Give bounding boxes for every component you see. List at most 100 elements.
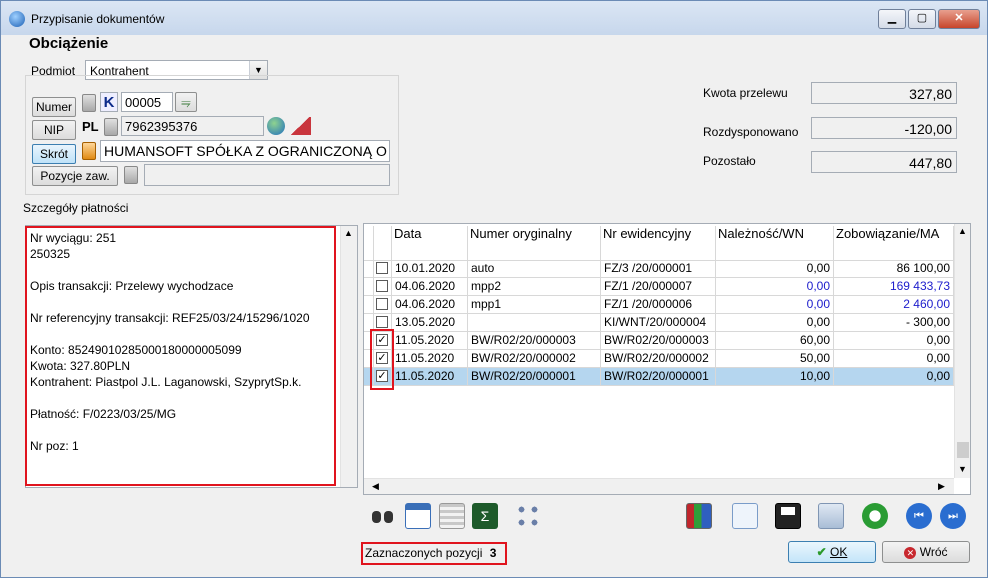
ok-button[interactable]: ✔ OK (788, 541, 876, 563)
row-checkbox[interactable] (376, 298, 388, 310)
next-icon[interactable]: ⏭ (940, 503, 966, 529)
numer-button[interactable]: Numer (32, 97, 76, 117)
chart-icon[interactable] (686, 503, 712, 529)
cell-naleznosc: 0,00 (716, 260, 834, 277)
cell-naleznosc: 0,00 (716, 278, 834, 295)
scroll-left-icon[interactable]: ◀ (372, 481, 379, 492)
cell-zobowiazanie: 0,00 (834, 332, 954, 349)
header-naleznosc[interactable]: Należność/WN (716, 226, 834, 260)
table-row[interactable]: 10.01.2020 auto FZ/3 /20/000001 0,00 86 100,… (364, 260, 954, 278)
cell-nr-ewidencyjny: BW/R02/20/000001 (601, 368, 716, 385)
cell-zobowiazanie: 169 433,73 (834, 278, 954, 295)
grid-horizontal-scrollbar[interactable]: ◀ ▶ (364, 478, 954, 494)
row-checkbox[interactable] (376, 262, 388, 274)
details-label: Szczegóły płatności (23, 201, 129, 215)
cell-zobowiazanie: 2 460,00 (834, 296, 954, 313)
document-edit-icon[interactable] (732, 503, 758, 529)
header-numer-oryginalny[interactable]: Numer oryginalny (468, 226, 601, 260)
row-checkbox-cell[interactable] (374, 260, 392, 277)
table-row[interactable]: 13.05.2020 KI/WNT/20/000004 0,00- 300,00 (364, 314, 954, 332)
documents-grid[interactable]: Data Numer oryginalny Nr ewidencyjny Nal… (363, 223, 971, 495)
database-icon[interactable] (82, 94, 96, 112)
ok-label: OK (830, 545, 848, 559)
documents-icon[interactable] (439, 503, 465, 529)
row-indicator (364, 260, 374, 277)
details-scrollbar[interactable]: ▲ (340, 226, 357, 487)
numer-field[interactable]: 00005 (121, 92, 173, 112)
row-indicator (364, 296, 374, 313)
row-checkbox[interactable] (376, 316, 388, 328)
nip-field[interactable]: 7962395376 (121, 116, 264, 136)
app-icon (9, 11, 25, 27)
table-row[interactable]: ✓ 11.05.2020 BW/R02/20/000003 BW/R02/20/000… (364, 332, 954, 350)
scroll-up-icon[interactable]: ▲ (344, 228, 353, 238)
scroll-down-icon[interactable]: ▼ (958, 464, 967, 474)
table-row[interactable]: 04.06.2020 mpp2 FZ/1 /20/000007 0,00 169 433… (364, 278, 954, 296)
database-icon[interactable] (104, 118, 118, 136)
table-row[interactable]: ✓ 11.05.2020 BW/R02/20/000002 BW/R02/20/000… (364, 350, 954, 368)
grid-vertical-scrollbar[interactable]: ▲ ▼ (954, 224, 970, 478)
header-nr-ewidencyjny[interactable]: Nr ewidencyjny (601, 226, 716, 260)
cell-naleznosc: 10,00 (716, 368, 834, 385)
cell-nr-ewidencyjny: BW/R02/20/000003 (601, 332, 716, 349)
row-checkbox-cell[interactable] (374, 278, 392, 295)
header-indicator (364, 226, 374, 260)
rozdysponowano-label: Rozdysponowano (703, 125, 799, 139)
folder-icon[interactable] (82, 142, 96, 160)
cell-zobowiazanie: 0,00 (834, 368, 954, 385)
cell-numer-oryginalny: BW/R02/20/000001 (468, 368, 601, 385)
previous-icon[interactable]: ⏮ (906, 503, 932, 529)
row-checkbox-cell[interactable] (374, 296, 392, 313)
maximize-button[interactable]: ▢ (908, 9, 936, 29)
table-row[interactable]: ✓ 11.05.2020 BW/R02/20/000001 BW/R02/20/000… (364, 368, 954, 386)
window-title: Przypisanie dokumentów (31, 12, 165, 26)
cell-zobowiazanie: 0,00 (834, 350, 954, 367)
scroll-right-icon[interactable]: ▶ (938, 481, 945, 492)
cell-numer-oryginalny: BW/R02/20/000002 (468, 350, 601, 367)
close-button[interactable]: ✕ (938, 9, 980, 29)
cell-naleznosc: 60,00 (716, 332, 834, 349)
sum-icon[interactable]: Σ (472, 503, 498, 529)
row-indicator (364, 278, 374, 295)
table-row[interactable]: 04.06.2020 mpp1 FZ/1 /20/000006 0,00 2 460,0… (364, 296, 954, 314)
binoculars-icon[interactable] (370, 503, 396, 529)
scroll-up-icon[interactable]: ▲ (958, 226, 967, 236)
header-data[interactable]: Data (392, 226, 468, 260)
cancel-button[interactable]: ✕ Wróć (882, 541, 970, 563)
check-icon: ✔ (816, 545, 827, 559)
network-icon[interactable] (515, 503, 541, 529)
kwota-value: 327,80 (811, 82, 957, 104)
database-icon[interactable] (124, 166, 138, 184)
cell-zobowiazanie: - 300,00 (834, 314, 954, 331)
cancel-icon: ✕ (904, 546, 917, 559)
copy-icon[interactable] (818, 503, 844, 529)
minimize-button[interactable]: ▁ (878, 9, 906, 29)
pozycje-field[interactable] (144, 164, 390, 186)
cell-data: 11.05.2020 (392, 332, 468, 349)
calendar-filter-icon[interactable] (405, 503, 431, 529)
cell-naleznosc: 50,00 (716, 350, 834, 367)
refresh-icon[interactable] (862, 503, 888, 529)
scroll-thumb[interactable] (957, 442, 969, 458)
cell-nr-ewidencyjny: BW/R02/20/000002 (601, 350, 716, 367)
header-check (374, 226, 392, 260)
cell-data: 11.05.2020 (392, 368, 468, 385)
window: Przypisanie dokumentów ▁ ▢ ✕ Obciążenie … (0, 0, 988, 578)
skrot-button[interactable]: Skrót (32, 144, 76, 164)
pozostalo-label: Pozostało (703, 154, 756, 168)
globe-icon[interactable] (267, 117, 285, 135)
pozycje-button[interactable]: Pozycje zaw. (32, 166, 118, 186)
nip-button[interactable]: NIP (32, 120, 76, 140)
grid-header: Data Numer oryginalny Nr ewidencyjny Nal… (364, 224, 954, 261)
cell-data: 13.05.2020 (392, 314, 468, 331)
details-highlight (25, 226, 336, 486)
row-checkbox[interactable] (376, 280, 388, 292)
pozostalo-value: 447,80 (811, 151, 957, 173)
skrot-field[interactable]: HUMANSOFT SPÓŁKA Z OGRANICZONĄ O (100, 140, 390, 162)
nip-prefix: PL (82, 119, 99, 134)
save-icon[interactable] (775, 503, 801, 529)
signal-icon[interactable] (289, 117, 311, 135)
link-icon[interactable]: ⥭ (175, 92, 197, 112)
header-zobowiazanie[interactable]: Zobowiązanie/MA (834, 226, 954, 260)
cell-nr-ewidencyjny: FZ/3 /20/000001 (601, 260, 716, 277)
